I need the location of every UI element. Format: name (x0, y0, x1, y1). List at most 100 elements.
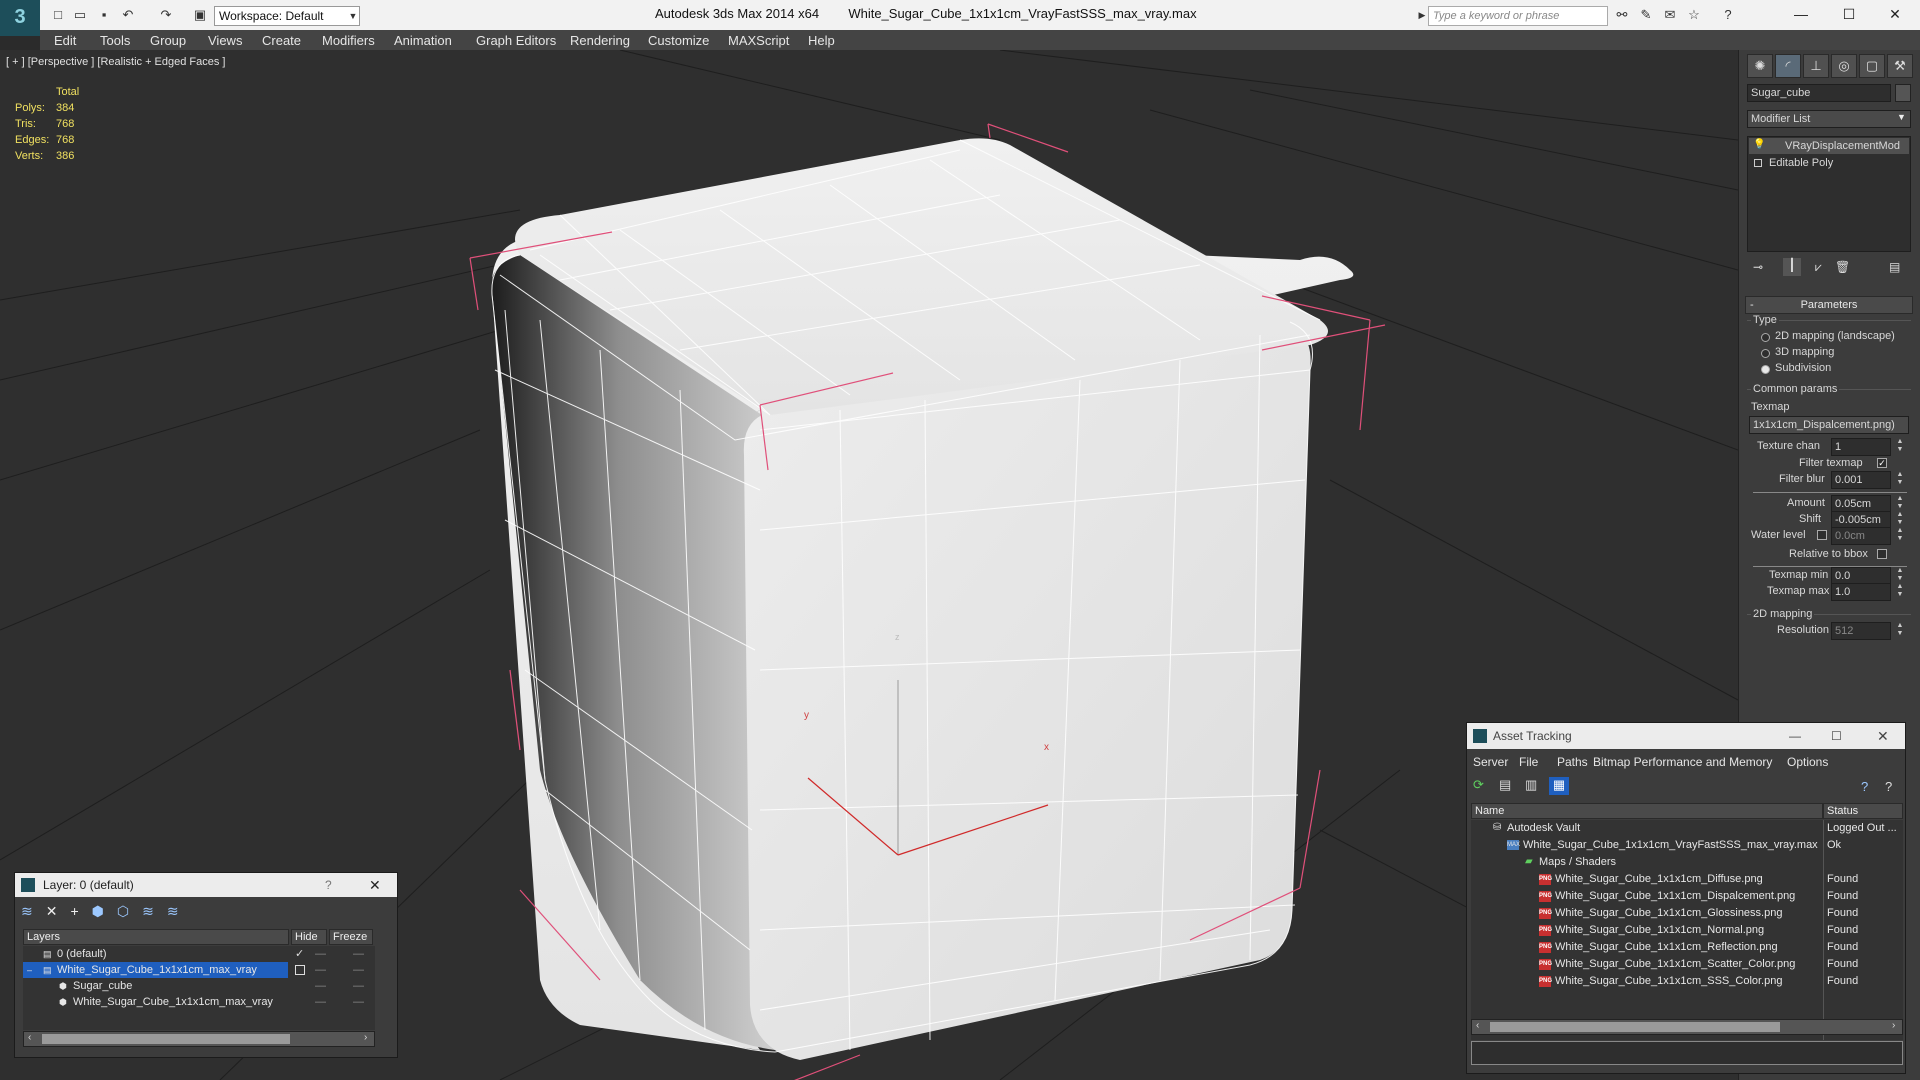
object-row[interactable]: ⬢ White_Sugar_Cube_1x1x1cm_max_vray — — (23, 994, 375, 1010)
object-color-swatch[interactable] (1895, 84, 1911, 102)
radio-2d-mapping[interactable] (1761, 333, 1770, 342)
texmap-max-spinner[interactable]: ▲ ▼ (1895, 583, 1905, 599)
hide-column-header[interactable]: Hide (291, 929, 327, 945)
path-field[interactable] (1471, 1041, 1903, 1065)
help-icon[interactable]: ? (325, 873, 332, 897)
asset-row[interactable]: PNG White_Sugar_Cube_1x1x1cm_SSS_Color.p… (1471, 973, 1903, 989)
asset-row[interactable]: PNG White_Sugar_Cube_1x1x1cm_Normal.png … (1471, 922, 1903, 938)
expand-box-icon[interactable] (1754, 159, 1762, 167)
close-button[interactable]: ✕ (1872, 2, 1918, 26)
modifier-list-dropdown[interactable]: Modifier List (1747, 110, 1911, 128)
asset-row[interactable]: PNG White_Sugar_Cube_1x1x1cm_Diffuse.png… (1471, 871, 1903, 887)
radio-3d-mapping[interactable] (1761, 349, 1770, 358)
filter-blur-field[interactable]: 0.001 (1831, 471, 1891, 489)
maximize-button[interactable]: ☐ (1826, 2, 1872, 26)
help-icon[interactable]: ? (1861, 779, 1868, 794)
object-name-field[interactable]: Sugar_cube (1747, 84, 1891, 102)
menu-maxscript[interactable]: MAXScript (728, 33, 789, 48)
select-objects-icon[interactable]: ⬢ (92, 903, 117, 919)
menu-graph-editors[interactable]: Graph Editors (476, 33, 556, 48)
menu-rendering[interactable]: Rendering (570, 33, 630, 48)
minimize-button[interactable]: — (1778, 2, 1824, 26)
asset-row[interactable]: PNG White_Sugar_Cube_1x1x1cm_Dispalcemen… (1471, 888, 1903, 904)
subscription-icon[interactable]: ✎ (1638, 7, 1654, 23)
menu-create[interactable]: Create (262, 33, 301, 48)
menu-customize[interactable]: Customize (648, 33, 709, 48)
collapse-minus-icon[interactable]: - (1750, 297, 1754, 313)
add-to-layer-icon[interactable]: + (70, 903, 91, 919)
asset-row[interactable]: PNG White_Sugar_Cube_1x1x1cm_Glossiness.… (1471, 905, 1903, 921)
asset-row[interactable]: ▰ Maps / Shaders (1471, 854, 1903, 870)
project-folder-icon[interactable]: ▣ (192, 7, 208, 23)
make-unique-icon[interactable]: ⩗ (1815, 260, 1822, 275)
communication-icon[interactable]: ✉ (1662, 7, 1678, 23)
motion-tab-icon[interactable]: ◎ (1831, 54, 1857, 78)
active-layer-check-icon[interactable]: ✓ (295, 946, 304, 962)
delete-layer-icon[interactable]: ✕ (46, 903, 71, 919)
filter-texmap-checkbox[interactable]: ✓ (1877, 458, 1887, 468)
maximize-icon[interactable]: ☐ (1831, 723, 1842, 749)
scroll-left-icon[interactable]: ‹ (28, 1032, 31, 1043)
undo-icon[interactable]: ↶ (120, 7, 136, 23)
hide-all-icon[interactable]: ≋ (142, 903, 167, 919)
create-tab-icon[interactable]: ✺ (1747, 54, 1773, 78)
list-view-icon[interactable]: ▤ (1499, 777, 1511, 793)
texture-chan-field[interactable]: 1 (1831, 438, 1891, 456)
texmap-max-field[interactable]: 1.0 (1831, 583, 1891, 601)
shift-spinner[interactable]: ▲ ▼ (1895, 511, 1905, 527)
highlight-layer-icon[interactable]: ⬡ (117, 903, 142, 919)
save-icon[interactable]: ▪ (96, 7, 112, 23)
menu-views[interactable]: Views (208, 33, 242, 48)
layer-row[interactable]: ▤ 0 (default) ✓ — — (23, 946, 375, 962)
refresh-icon[interactable]: ⟳ (1473, 777, 1484, 793)
app-logo-icon[interactable]: 3 (0, 0, 40, 36)
horizontal-scrollbar[interactable]: ‹ › (23, 1031, 375, 1047)
pin-stack-icon[interactable]: ⊸ (1753, 260, 1763, 274)
scroll-left-icon[interactable]: ‹ (1476, 1020, 1479, 1031)
remove-modifier-icon[interactable]: 🗑 (1835, 260, 1850, 274)
viewport-label[interactable]: [ + ] [Perspective ] [Realistic + Edged … (6, 56, 226, 68)
menu-file[interactable]: File (1519, 755, 1538, 769)
hide-toggle[interactable]: — (315, 994, 326, 1010)
show-end-result-icon[interactable]: ┃ (1783, 258, 1801, 276)
chevron-down-icon[interactable]: ▼ (346, 6, 360, 26)
details-view-icon[interactable]: ▥ (1525, 777, 1537, 793)
asset-dialog-titlebar[interactable]: Asset Tracking — ☐ ✕ (1467, 723, 1905, 749)
water-level-field[interactable]: 0.0cm (1831, 527, 1891, 545)
menu-edit[interactable]: Edit (54, 33, 76, 48)
menu-server[interactable]: Server (1473, 755, 1508, 769)
stack-item-editable-poly[interactable]: Editable Poly (1749, 155, 1909, 171)
status-column-header[interactable]: Status (1823, 803, 1903, 819)
context-help-icon[interactable]: ? (1885, 779, 1892, 794)
asset-row[interactable]: PNG White_Sugar_Cube_1x1x1cm_Reflection.… (1471, 939, 1903, 955)
horizontal-scrollbar[interactable]: ‹ › (1471, 1019, 1903, 1035)
name-column-header[interactable]: Name (1471, 803, 1823, 819)
parameters-rollout[interactable]: - Parameters (1745, 296, 1913, 314)
freeze-all-icon[interactable]: ≋ (167, 903, 192, 919)
expand-icon[interactable]: – (27, 962, 32, 978)
hide-toggle[interactable]: — (315, 978, 326, 994)
texmap-button[interactable]: 1x1x1cm_Dispalcement.png) (1749, 416, 1909, 434)
hide-toggle[interactable]: — (315, 962, 326, 978)
utilities-tab-icon[interactable]: ⚒ (1887, 54, 1913, 78)
menu-modifiers[interactable]: Modifiers (322, 33, 375, 48)
stack-item-vray-displacement[interactable]: 💡 VRayDisplacementMod (1749, 138, 1909, 154)
new-layer-icon[interactable]: ≋ (21, 903, 46, 919)
hierarchy-tab-icon[interactable]: ⊥ (1803, 54, 1829, 78)
object-row[interactable]: ⬢ Sugar_cube — — (23, 978, 375, 994)
layer-dialog-titlebar[interactable]: Layer: 0 (default) ? ✕ (15, 873, 397, 897)
filter-blur-spinner[interactable]: ▲ ▼ (1895, 471, 1905, 487)
close-icon[interactable]: ✕ (369, 873, 381, 897)
asset-row[interactable]: PNG White_Sugar_Cube_1x1x1cm_Scatter_Col… (1471, 956, 1903, 972)
texture-chan-spinner[interactable]: ▲ ▼ (1895, 438, 1905, 454)
relative-bbox-checkbox[interactable] (1877, 549, 1887, 559)
display-tab-icon[interactable]: ▢ (1859, 54, 1885, 78)
water-level-spinner[interactable]: ▲ ▼ (1895, 527, 1905, 543)
binoculars-icon[interactable]: ⚯ (1614, 7, 1630, 23)
amount-spinner[interactable]: ▲ ▼ (1895, 495, 1905, 511)
open-file-icon[interactable]: ▭ (72, 7, 88, 23)
asset-row[interactable]: ⛁ Autodesk Vault Logged Out ... (1471, 820, 1903, 836)
scroll-thumb[interactable] (1490, 1022, 1780, 1032)
scroll-right-icon[interactable]: › (1892, 1020, 1895, 1031)
redo-icon[interactable]: ↷ (158, 7, 174, 23)
